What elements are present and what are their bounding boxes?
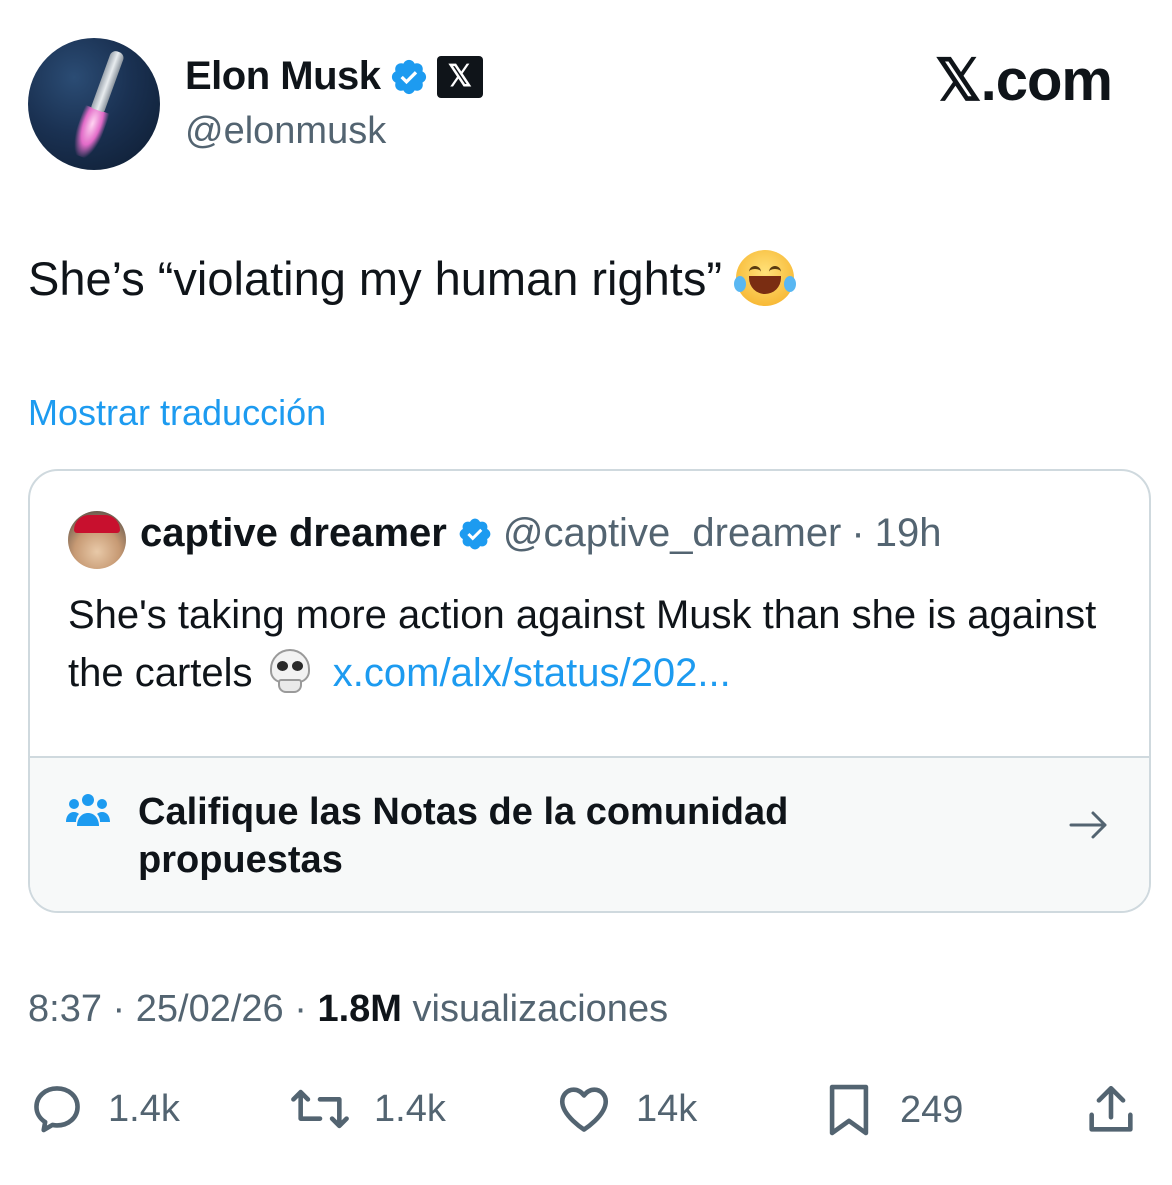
show-translation-link[interactable]: Mostrar traducción — [28, 392, 326, 434]
views-count: 1.8M — [317, 988, 402, 1030]
like-button[interactable]: 14k — [554, 1080, 697, 1138]
meta-separator: · — [112, 988, 126, 1030]
author-avatar[interactable] — [28, 38, 160, 170]
heart-icon — [559, 1087, 609, 1132]
bookmark-icon — [829, 1084, 869, 1136]
repost-count: 1.4k — [374, 1087, 446, 1130]
views-label: visualizaciones — [412, 988, 669, 1030]
reply-count: 1.4k — [108, 1087, 180, 1130]
quote-timestamp[interactable]: 19h — [875, 511, 942, 556]
share-icon — [1089, 1085, 1133, 1132]
quote-author-handle[interactable]: @captive_dreamer — [503, 511, 842, 556]
quote-separator: · — [851, 511, 865, 555]
tears-of-joy-emoji-icon — [733, 250, 796, 306]
tweet-date[interactable]: 25/02/26 — [136, 988, 284, 1030]
reply-icon — [34, 1086, 80, 1133]
community-notes-label: Califique las Notas de la comunidad prop… — [138, 791, 789, 881]
author-handle[interactable]: @elonmusk — [185, 110, 386, 153]
rocket-flame — [68, 105, 110, 161]
quote-link[interactable]: x.com/alx/status/202... — [333, 651, 731, 695]
tweet-text: She’s “violating my human rights” — [28, 251, 722, 305]
quoted-tweet-card[interactable]: captive dreamer @captive_dreamer · 19h S… — [28, 469, 1151, 913]
community-notes-prompt[interactable]: Califique las Notas de la comunidad prop… — [30, 756, 1149, 911]
author-name[interactable]: Elon Musk — [185, 54, 381, 99]
repost-button[interactable]: 1.4k — [288, 1080, 446, 1138]
x-affiliation-badge-icon: 𝕏 — [436, 55, 483, 98]
quote-text-block: She's taking more action against Musk th… — [68, 586, 1108, 702]
quote-author-name[interactable]: captive dreamer — [140, 511, 447, 556]
quote-header: captive dreamer @captive_dreamer · 19h — [140, 511, 941, 556]
arrow-right-icon[interactable] — [1069, 810, 1109, 840]
action-bar: 1.4k 1.4k 14k 249 — [0, 1080, 1172, 1150]
verified-badge-icon — [459, 518, 491, 549]
share-button[interactable] — [1082, 1080, 1140, 1140]
meta-separator: · — [294, 988, 307, 1030]
bookmark-count: 249 — [900, 1088, 964, 1131]
reply-button[interactable]: 1.4k — [28, 1080, 180, 1138]
repost-icon — [291, 1089, 349, 1129]
rocket-image — [90, 49, 126, 113]
like-count: 14k — [636, 1087, 698, 1130]
tweet-meta: 8:37 · 25/02/26 · 1.8M visualizaciones — [28, 988, 668, 1031]
author-name-row[interactable]: Elon Musk 𝕏 — [185, 54, 483, 99]
skull-emoji-icon — [268, 649, 312, 695]
brand-watermark: 𝕏.com — [934, 48, 1113, 113]
verified-badge-icon — [391, 59, 426, 94]
bookmark-button[interactable]: 249 — [820, 1080, 963, 1140]
quote-author-avatar[interactable] — [68, 511, 126, 569]
tweet-text-row: She’s “violating my human rights” — [28, 250, 796, 306]
people-icon — [66, 794, 110, 826]
tweet-time[interactable]: 8:37 — [28, 988, 102, 1030]
